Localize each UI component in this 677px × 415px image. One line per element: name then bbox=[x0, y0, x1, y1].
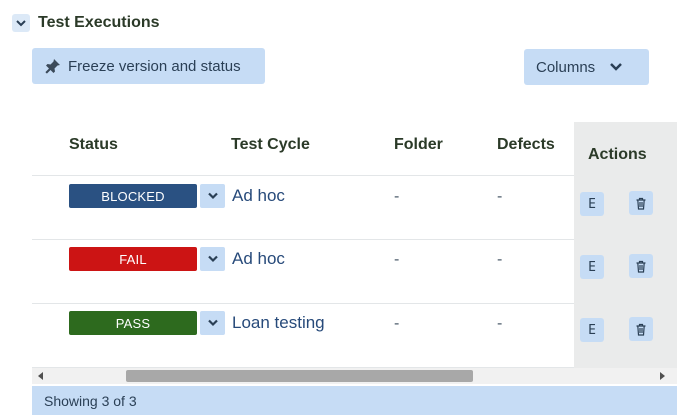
column-header-test-cycle[interactable]: Test Cycle bbox=[231, 136, 310, 154]
column-header-actions: Actions bbox=[588, 146, 647, 163]
column-header-status[interactable]: Status bbox=[69, 136, 118, 154]
scroll-left-icon[interactable] bbox=[38, 372, 43, 380]
pin-icon bbox=[44, 57, 62, 75]
defects-cell: - bbox=[497, 315, 503, 332]
folder-cell: - bbox=[394, 251, 400, 268]
columns-label: Columns bbox=[536, 58, 596, 76]
test-cycle-link[interactable]: Loan testing bbox=[232, 313, 325, 333]
edit-execution-button[interactable]: E bbox=[580, 318, 604, 342]
test-cycle-link[interactable]: Ad hoc bbox=[232, 249, 285, 269]
status-badge: BLOCKED bbox=[69, 184, 197, 208]
test-cycle-link[interactable]: Ad hoc bbox=[232, 186, 285, 206]
executions-table: Status Test Cycle Folder Defects Actions… bbox=[32, 122, 677, 368]
divider bbox=[32, 303, 574, 304]
section-header: Test Executions bbox=[12, 12, 160, 34]
column-header-folder[interactable]: Folder bbox=[394, 136, 443, 154]
defects-cell: - bbox=[497, 188, 503, 205]
edit-execution-button[interactable]: E bbox=[580, 255, 604, 279]
chevron-down-icon[interactable] bbox=[12, 14, 30, 32]
defects-cell: - bbox=[497, 251, 503, 268]
horizontal-scrollbar[interactable] bbox=[32, 368, 677, 384]
status-badge: PASS bbox=[69, 311, 197, 335]
divider bbox=[32, 239, 574, 240]
column-header-defects[interactable]: Defects bbox=[497, 136, 555, 154]
section-title: Test Executions bbox=[38, 14, 160, 31]
edit-execution-button[interactable]: E bbox=[580, 192, 604, 216]
results-footer: Showing 3 of 3 bbox=[32, 386, 677, 415]
freeze-version-label: Freeze version and status bbox=[68, 57, 241, 75]
trash-icon[interactable] bbox=[629, 254, 653, 278]
scrollbar-thumb[interactable] bbox=[126, 370, 473, 382]
columns-button[interactable]: Columns bbox=[524, 49, 649, 85]
trash-icon[interactable] bbox=[629, 317, 653, 341]
folder-cell: - bbox=[394, 315, 400, 332]
scroll-right-icon[interactable] bbox=[660, 372, 665, 380]
status-dropdown-button[interactable] bbox=[200, 247, 225, 271]
results-count: Showing 3 of 3 bbox=[44, 392, 137, 409]
status-dropdown-button[interactable] bbox=[200, 184, 225, 208]
freeze-version-button[interactable]: Freeze version and status bbox=[32, 48, 265, 84]
status-dropdown-button[interactable] bbox=[200, 311, 225, 335]
divider bbox=[32, 175, 574, 176]
status-badge: FAIL bbox=[69, 247, 197, 271]
folder-cell: - bbox=[394, 188, 400, 205]
chevron-down-icon bbox=[609, 62, 623, 72]
trash-icon[interactable] bbox=[629, 191, 653, 215]
